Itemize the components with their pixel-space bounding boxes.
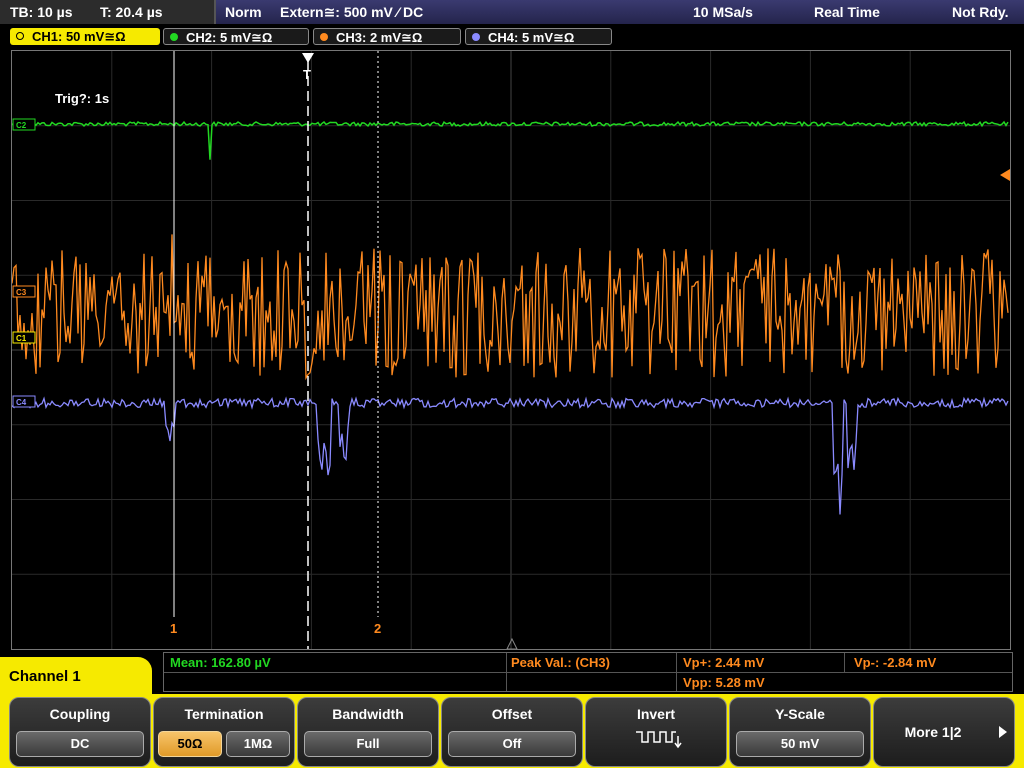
trigger-info: Trig?: 1s [55,91,109,106]
measurement-divider [506,653,507,691]
more-softkey[interactable]: More 1|2 [873,697,1015,767]
trigger-mode[interactable]: Norm [225,4,262,20]
mean-measurement[interactable]: Mean: 162.80 µV [170,655,271,670]
invert-softkey[interactable]: Invert [585,697,727,767]
termination-1mohm-option[interactable]: 1MΩ [226,731,290,757]
arrow-right-icon [999,726,1007,738]
acquisition-state: Not Rdy. [952,4,1009,20]
bandwidth-softkey[interactable]: Bandwidth Full [297,697,439,767]
cursor-2-label[interactable]: 2 [374,621,381,636]
vp-minus-measurement: Vp-: -2.84 mV [854,655,937,670]
termination-title: Termination [184,706,264,722]
invert-title: Invert [636,706,676,722]
y-scale-value[interactable]: 50 mV [736,731,864,757]
cursor-1-label[interactable]: 1 [170,621,177,636]
trigger-time-readout[interactable]: T: 20.4 µs [100,4,163,20]
offset-softkey[interactable]: Offset Off [441,697,583,767]
ch4-dot-icon [472,33,480,41]
measurement-panel: Mean: 162.80 µV Peak Val.: (CH3) Vp+: 2.… [163,652,1013,692]
tab-ch3[interactable]: CH3: 2 mV≅Ω [313,28,461,45]
more-label: More 1|2 [904,724,962,740]
invert-waveform-icon [636,731,682,749]
tab-ch1-label: CH1: 50 mV≅Ω [32,29,126,44]
offset-title: Offset [491,706,533,722]
tab-ch2-label: CH2: 5 mV≅Ω [186,30,273,45]
ch3-dot-icon [320,33,328,41]
svg-text:C2: C2 [16,121,27,130]
svg-text:C1: C1 [16,334,27,343]
tab-ch4[interactable]: CH4: 5 mV≅Ω [465,28,612,45]
bandwidth-title: Bandwidth [332,706,404,722]
trace-ch4 [12,396,1009,515]
ch1-dot-icon [16,32,24,40]
waveform-display[interactable]: C2 C3 C1 C4 Trig?: 1s 1 2 T [11,50,1011,650]
trigger-source[interactable]: Extern≅: 500 mV ⁄ DC [280,4,423,21]
measurement-divider [676,653,677,691]
vp-plus-measurement: Vp+: 2.44 mV [683,655,765,670]
measurement-divider [844,653,845,672]
coupling-title: Coupling [49,706,111,722]
trace-ch2 [12,120,1009,160]
waveform-canvas[interactable]: C2 C3 C1 C4 Trig?: 1s 1 2 T [12,51,1010,649]
menu-channel-label: Channel 1 [0,657,152,697]
trigger-position-marker[interactable]: T [303,67,311,82]
tab-ch2[interactable]: CH2: 5 mV≅Ω [163,28,309,45]
svg-text:C3: C3 [16,288,27,297]
ch2-dot-icon [170,33,178,41]
y-scale-title: Y-Scale [775,706,825,722]
y-scale-softkey[interactable]: Y-Scale 50 mV [729,697,871,767]
tab-ch4-label: CH4: 5 mV≅Ω [488,30,575,45]
peak-value-label[interactable]: Peak Val.: (CH3) [511,655,610,670]
offset-value[interactable]: Off [448,731,576,757]
svg-text:C4: C4 [16,398,27,407]
tab-ch1[interactable]: CH1: 50 mV≅Ω [10,28,160,45]
timebase-readout[interactable]: TB: 10 µs [10,4,73,20]
acquisition-mode: Real Time [814,4,880,20]
coupling-softkey[interactable]: Coupling DC [9,697,151,767]
trace-ch3 [12,234,1009,381]
vpp-measurement: Vpp: 5.28 mV [683,675,765,690]
measurement-divider [164,672,1012,673]
termination-softkey[interactable]: Termination 50Ω 1MΩ [153,697,295,767]
coupling-value[interactable]: DC [16,731,144,757]
termination-50ohm-option[interactable]: 50Ω [158,731,222,757]
bandwidth-value[interactable]: Full [304,731,432,757]
tab-ch3-label: CH3: 2 mV≅Ω [336,30,423,45]
sample-rate: 10 MSa/s [693,4,753,20]
